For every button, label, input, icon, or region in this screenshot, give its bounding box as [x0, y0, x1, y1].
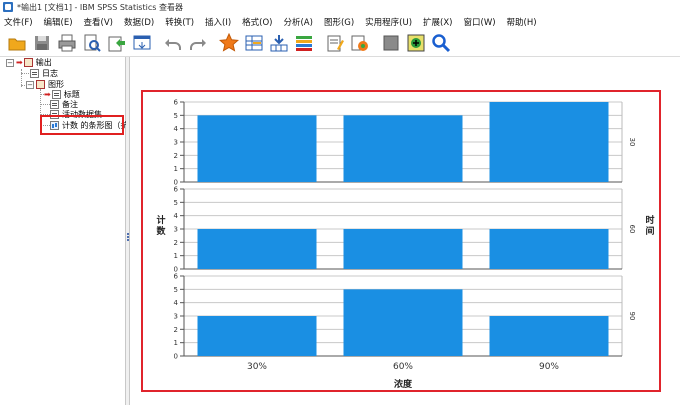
tree-label-log: 日志 — [42, 69, 58, 78]
undo-icon[interactable] — [163, 33, 183, 53]
bar — [489, 316, 609, 356]
panel-label: 30 — [628, 138, 636, 147]
export-icon[interactable] — [107, 33, 127, 53]
tree-item-output[interactable]: − ➡ 输出 — [6, 57, 52, 68]
y-tick-label: 3 — [174, 313, 178, 321]
variables-icon[interactable] — [294, 33, 314, 53]
y-tick-label: 1 — [174, 339, 178, 347]
y-tick-label: 2 — [174, 239, 178, 247]
x-axis-title: 浓度 — [394, 378, 413, 390]
y-tick-label: 3 — [174, 139, 178, 147]
bar-chart[interactable]: 0 1 2 3 4 5 6 30 0 1 2 3 4 5 6 60 0 1 2 3 4 5 6 90 30% 60% 90% 浓度计数… — [141, 90, 661, 392]
title-icon — [51, 90, 61, 99]
bar — [343, 229, 463, 269]
goto-variable-icon[interactable] — [269, 33, 289, 53]
tree-label-output: 输出 — [35, 58, 52, 67]
bar — [197, 115, 317, 182]
log-icon — [30, 69, 39, 78]
y-tick-label: 1 — [174, 252, 178, 260]
open-icon[interactable] — [7, 33, 27, 53]
search-icon[interactable] — [431, 33, 451, 53]
menu-data[interactable]: 数据(D) — [124, 16, 154, 28]
menu-analyze[interactable]: 分析(A) — [283, 16, 312, 28]
hide-icon[interactable] — [381, 33, 401, 53]
y-tick-label: 2 — [174, 152, 178, 160]
menu-file[interactable]: 文件(F) — [4, 16, 33, 28]
x-tick-label: 30% — [247, 362, 267, 372]
y-tick-label: 4 — [174, 212, 179, 220]
tree-selection-highlight — [40, 115, 124, 135]
bar — [197, 316, 317, 356]
menu-edit[interactable]: 编辑(E) — [44, 16, 73, 28]
pane-splitter[interactable] — [126, 57, 130, 405]
y-tick-label: 2 — [174, 326, 178, 334]
tree-connector — [40, 104, 50, 105]
bar — [489, 229, 609, 269]
panel-variable-title-char: 时 — [645, 214, 654, 226]
y-tick-label: 5 — [174, 286, 178, 294]
panel-label: 60 — [628, 225, 636, 234]
menu-bar: 文件(F) 编辑(E) 查看(V) 数据(D) 转换(T) 插入(I) 格式(O… — [0, 14, 680, 30]
y-tick-label: 1 — [174, 165, 178, 173]
x-tick-label: 90% — [539, 362, 559, 372]
panel-label: 90 — [628, 312, 636, 321]
bar — [197, 229, 317, 269]
y-tick-label: 0 — [174, 353, 178, 361]
y-tick-label: 6 — [174, 99, 179, 107]
current-arrow-icon: ➡ — [44, 90, 51, 99]
y-tick-label: 5 — [174, 112, 178, 120]
menu-help[interactable]: 帮助(H) — [507, 16, 537, 28]
menu-utilities[interactable]: 实用程序(U) — [365, 16, 412, 28]
menu-graphs[interactable]: 图形(G) — [324, 16, 354, 28]
designate-window-icon[interactable] — [350, 33, 370, 53]
y-tick-label: 6 — [174, 186, 179, 194]
spss-app-icon — [3, 2, 13, 12]
title-bar: *输出1 [文档1] - IBM SPSS Statistics 查看器 — [0, 0, 680, 14]
tree-item-log[interactable]: 日志 — [30, 68, 58, 79]
bar-chart-svg: 01234563001234566001234569030% 60% 90%浓度计数… — [156, 99, 654, 391]
show-all-icon[interactable] — [325, 33, 345, 53]
notes-icon — [50, 100, 59, 109]
menu-format[interactable]: 格式(O) — [242, 16, 272, 28]
bar — [343, 289, 463, 356]
print-preview-icon[interactable] — [82, 33, 102, 53]
print-icon[interactable] — [57, 33, 77, 53]
menu-insert[interactable]: 插入(I) — [205, 16, 231, 28]
menu-window[interactable]: 窗口(W) — [464, 16, 496, 28]
y-tick-label: 6 — [174, 273, 179, 281]
graph-book-icon — [36, 80, 45, 89]
splitter-grip-icon[interactable] — [127, 233, 129, 242]
collapse-icon[interactable]: − — [26, 80, 34, 89]
y-tick-label: 5 — [174, 199, 178, 207]
y-tick-label: 3 — [174, 226, 178, 234]
bar — [489, 102, 609, 182]
recall-dialog-icon[interactable] — [132, 33, 152, 53]
collapse-icon[interactable]: − — [6, 58, 14, 67]
current-arrow-icon: ➡ — [16, 58, 23, 67]
menu-view[interactable]: 查看(V) — [84, 16, 113, 28]
menu-extensions[interactable]: 扩展(X) — [423, 16, 452, 28]
window-title: *输出1 [文档1] - IBM SPSS Statistics 查看器 — [17, 2, 183, 12]
goto-data-icon[interactable] — [219, 33, 239, 53]
bar — [343, 115, 463, 182]
x-tick-label: 60% — [393, 362, 413, 372]
y-tick-label: 4 — [174, 125, 179, 133]
menu-transform[interactable]: 转换(T) — [165, 16, 194, 28]
output-book-icon — [23, 58, 33, 67]
panel-variable-title-char: 间 — [645, 225, 654, 237]
y-tick-label: 4 — [174, 299, 179, 307]
insert-icon[interactable] — [406, 33, 426, 53]
y-axis-title-char: 数 — [156, 225, 166, 237]
redo-icon[interactable] — [188, 33, 208, 53]
goto-case-icon[interactable] — [244, 33, 264, 53]
y-axis-title-char: 计 — [156, 214, 165, 226]
save-icon[interactable] — [32, 33, 52, 53]
toolbar — [0, 30, 680, 57]
